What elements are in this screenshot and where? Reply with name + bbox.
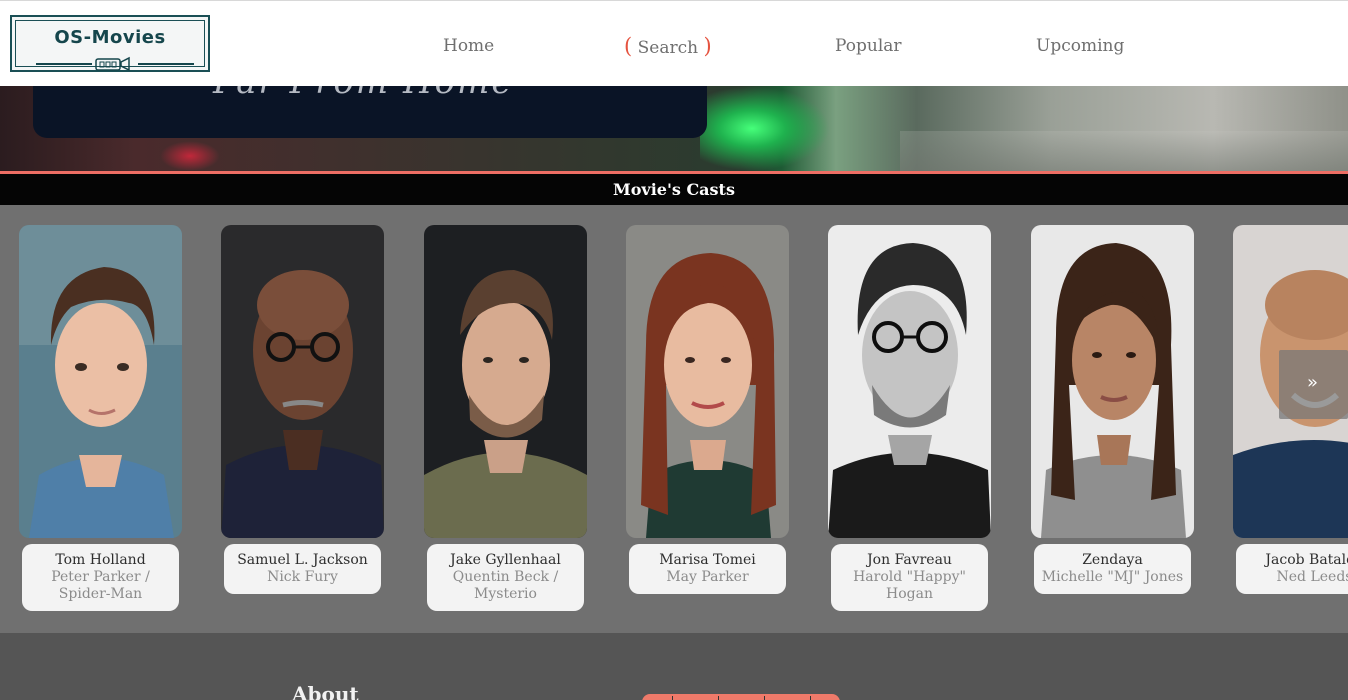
footer-divider (810, 696, 811, 700)
cast-caption: Jon Favreau Harold "Happy" Hogan (831, 544, 988, 611)
cast-photo (221, 225, 384, 538)
cast-caption: Marisa Tomei May Parker (629, 544, 786, 594)
movie-title-logo: Far From Home (213, 86, 513, 102)
logo-rule-right (138, 63, 194, 65)
carousel-next-button[interactable]: » (1279, 350, 1348, 419)
footer-social-bar[interactable] (642, 694, 840, 700)
cast-carousel[interactable]: Tom Holland Peter Parker / Spider-Man Sa… (0, 205, 1348, 633)
search-bracket-left: ( (624, 34, 633, 58)
nav-popular-link[interactable]: Popular (835, 35, 902, 57)
site-footer: About (0, 633, 1348, 700)
actor-portrait-image (626, 225, 789, 538)
nav-upcoming-label: Upcoming (1036, 36, 1125, 56)
actor-name: Jon Favreau (867, 552, 952, 568)
actor-name: Tom Holland (55, 552, 146, 568)
footer-about-heading: About (292, 682, 359, 700)
nav-search-link[interactable]: ( Search ) (624, 35, 712, 59)
actor-name: Marisa Tomei (659, 552, 756, 568)
footer-divider (718, 696, 719, 700)
nav-popular-label: Popular (835, 36, 902, 56)
search-bracket-right: ) (703, 34, 712, 58)
site-header: OS-Movies Home ( Search ) Popular Upcomi… (0, 0, 1348, 86)
character-name: Nick Fury (267, 569, 338, 585)
cast-photo (424, 225, 587, 538)
actor-name: Jacob Batalon (1265, 552, 1348, 568)
actor-portrait-image (828, 225, 991, 538)
character-name: Quentin Beck / Mysterio (452, 569, 559, 602)
nav-search-label: Search (637, 38, 699, 58)
footer-divider (764, 696, 765, 700)
character-name: Peter Parker / Spider-Man (51, 569, 150, 602)
cast-caption: Jacob Batalon Ned Leeds (1236, 544, 1348, 594)
movie-title-panel: Far From Home (33, 86, 707, 138)
footer-divider (672, 696, 673, 700)
backdrop-city (900, 131, 1348, 171)
nav-home-link[interactable]: Home (443, 35, 494, 57)
cast-title-bar: Movie's Casts (0, 174, 1348, 205)
logo-rule-left (36, 63, 92, 65)
logo-text: OS-Movies (54, 27, 166, 48)
actor-name: Zendaya (1082, 552, 1143, 568)
actor-portrait-image (424, 225, 587, 538)
cast-photo (828, 225, 991, 538)
actor-name: Samuel L. Jackson (237, 552, 368, 568)
cast-photo (626, 225, 789, 538)
movie-backdrop: Far From Home (0, 86, 1348, 171)
cast-caption: Samuel L. Jackson Nick Fury (224, 544, 381, 594)
character-name: Michelle "MJ" Jones (1041, 569, 1184, 585)
character-name: Harold "Happy" Hogan (853, 569, 966, 602)
backdrop-red-glow (160, 141, 220, 171)
cast-caption: Zendaya Michelle "MJ" Jones (1034, 544, 1191, 594)
cast-caption: Tom Holland Peter Parker / Spider-Man (22, 544, 179, 611)
nav-home-label: Home (443, 36, 495, 56)
site-logo[interactable]: OS-Movies (10, 15, 210, 72)
actor-portrait-image (1031, 225, 1194, 538)
actor-name: Jake Gyllenhaal (450, 552, 561, 568)
cast-section-title: Movie's Casts (613, 180, 735, 199)
actor-portrait-image (19, 225, 182, 538)
cast-caption: Jake Gyllenhaal Quentin Beck / Mysterio (427, 544, 584, 611)
cast-photo (1031, 225, 1194, 538)
character-name: Ned Leeds (1276, 569, 1348, 585)
character-name: May Parker (666, 569, 749, 585)
backdrop-green-glow (700, 86, 830, 171)
actor-portrait-image (221, 225, 384, 538)
nav-upcoming-link[interactable]: Upcoming (1036, 35, 1124, 57)
cast-photo (19, 225, 182, 538)
film-camera-icon (95, 56, 130, 72)
double-chevron-right-icon: » (1307, 372, 1319, 393)
